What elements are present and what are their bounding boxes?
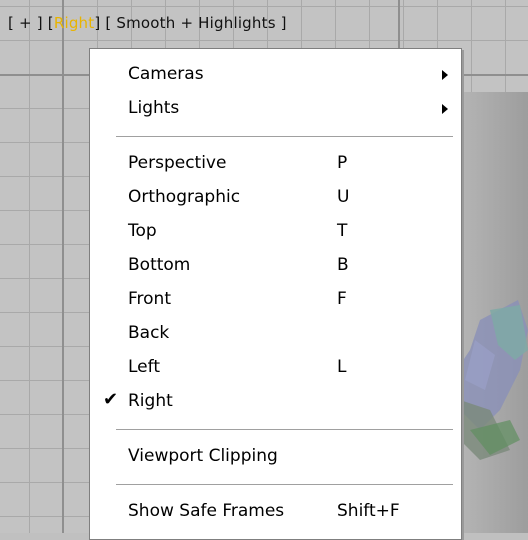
menu-item-top[interactable]: Top T — [90, 214, 461, 248]
menu-item-label: Back — [128, 323, 170, 343]
submenu-arrow-icon — [442, 70, 448, 80]
menu-separator — [116, 484, 453, 486]
viewport-general-menu[interactable]: [ + ] — [8, 14, 43, 32]
menu-item-perspective[interactable]: Perspective P — [90, 146, 461, 180]
menu-item-shortcut: P — [337, 153, 348, 173]
menu-item-shortcut: Shift+F — [337, 501, 400, 521]
menu-item-viewport-clipping[interactable]: Viewport Clipping — [90, 439, 461, 473]
viewport-shading-label[interactable]: [ Smooth + Highlights ] — [105, 14, 286, 32]
point-of-view-menu: Cameras Lights Perspective P Orthographi… — [89, 48, 462, 540]
menu-separator — [116, 429, 453, 431]
menu-item-label: Top — [128, 221, 157, 241]
submenu-arrow-icon — [442, 104, 448, 114]
menu-item-shortcut: L — [337, 357, 347, 377]
menu-item-label: Show Safe Frames — [128, 501, 285, 521]
viewport-label-bar: [ + ] [Right] [ Smooth + Highlights ] — [8, 14, 287, 38]
menu-item-left[interactable]: Left L — [90, 350, 461, 384]
menu-item-bottom[interactable]: Bottom B — [90, 248, 461, 282]
viewport-point-of-view-label[interactable]: Right — [54, 14, 95, 32]
menu-separator — [116, 136, 453, 138]
menu-item-shortcut: U — [337, 187, 350, 207]
menu-item-shortcut: T — [337, 221, 348, 241]
menu-item-shortcut: F — [337, 289, 347, 309]
menu-item-label: Perspective — [128, 153, 227, 173]
menu-item-show-safe-frames[interactable]: Show Safe Frames Shift+F — [90, 494, 461, 528]
menu-item-label: Orthographic — [128, 187, 241, 207]
menu-item-orthographic[interactable]: Orthographic U — [90, 180, 461, 214]
menu-item-label: Bottom — [128, 255, 191, 275]
menu-item-lights[interactable]: Lights — [90, 91, 461, 125]
menu-item-back[interactable]: Back — [90, 316, 461, 350]
grid-major-line — [62, 0, 64, 533]
menu-item-label: Front — [128, 289, 171, 309]
menu-item-front[interactable]: Front F — [90, 282, 461, 316]
menu-item-label: Left — [128, 357, 160, 377]
checkmark-icon: ✔ — [103, 389, 119, 410]
menu-item-label: Lights — [128, 98, 180, 118]
menu-item-label: Right — [128, 391, 173, 411]
menu-item-label: Viewport Clipping — [128, 446, 278, 466]
menu-item-label: Cameras — [128, 64, 204, 84]
menu-item-right[interactable]: ✔ Right — [90, 384, 461, 418]
menu-item-cameras[interactable]: Cameras — [90, 57, 461, 91]
menu-item-shortcut: B — [337, 255, 349, 275]
viewport-label-bracket: ] — [94, 14, 101, 32]
